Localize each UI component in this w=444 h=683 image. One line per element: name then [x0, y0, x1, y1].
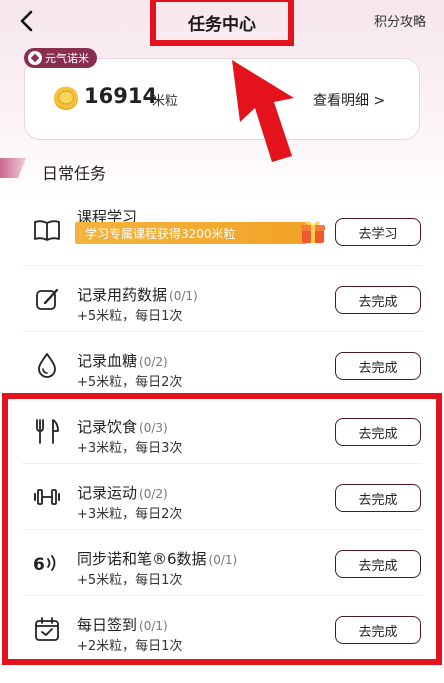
task-reward: +3米粒，每日2次 — [77, 507, 183, 522]
task-progress: (0/1) — [208, 553, 238, 567]
calendar-check-icon — [32, 614, 62, 644]
task-reward: +2米粒，每日1次 — [77, 639, 183, 654]
task-progress: (0/1) — [169, 289, 198, 303]
view-details-link[interactable]: 查看明细 > — [313, 90, 385, 110]
task-progress: (0/1) — [139, 619, 168, 633]
task-reward: +5米粒，每日1次 — [77, 309, 183, 324]
task-reward: +5米粒，每日1次 — [77, 573, 183, 588]
task-progress: (0/3) — [139, 421, 168, 435]
dumbbell-icon — [32, 482, 62, 512]
task-row-check-in: 每日签到 (0/1) +2米粒，每日1次 去完成 — [22, 596, 422, 662]
brand-badge: 元气诺米 — [24, 48, 97, 68]
task-row-sync-pen: 6 同步诺和笔®6数据 (0/1) +5米粒，每日1次 去完成 — [22, 530, 422, 596]
svg-text:6: 6 — [33, 555, 45, 575]
coin-icon — [52, 84, 80, 112]
task-action-button[interactable]: 去完成 — [335, 484, 421, 512]
task-reward: +5米粒，每日2次 — [77, 375, 183, 390]
top-bar: 任务中心 积分攻略 — [0, 0, 444, 44]
task-progress: (0/2) — [139, 487, 168, 501]
brand-name: 元气诺米 — [45, 52, 89, 65]
task-name: 记录饮食 (0/3) — [77, 418, 168, 436]
task-progress: (0/2) — [139, 355, 168, 369]
task-action-button[interactable]: 去完成 — [335, 418, 421, 446]
task-name: 记录用药数据 (0/1) — [77, 286, 198, 304]
points-value: 16914 — [84, 84, 158, 108]
task-name: 每日签到 (0/1) — [77, 616, 168, 634]
task-name: 记录血糖 (0/2) — [77, 352, 168, 370]
task-row-blood-sugar: 记录血糖 (0/2) +5米粒，每日2次 去完成 — [22, 332, 422, 398]
points-guide-link[interactable]: 积分攻略 — [374, 11, 426, 30]
task-action-button[interactable]: 去完成 — [335, 550, 421, 578]
section-title: 日常任务 — [42, 164, 107, 183]
sync-device-icon: 6 — [32, 548, 62, 578]
fork-knife-icon — [32, 416, 62, 446]
brand-logo-icon — [28, 51, 42, 65]
task-reward: +3米粒，每日3次 — [77, 441, 183, 456]
points-unit: 米粒 — [152, 94, 179, 109]
edit-icon — [32, 284, 62, 314]
task-action-button[interactable]: 去完成 — [335, 286, 421, 314]
drop-icon — [32, 350, 62, 380]
task-action-button[interactable]: 去完成 — [335, 616, 421, 644]
task-row-diet: 记录饮食 (0/3) +3米粒，每日3次 去完成 — [22, 398, 422, 464]
task-row-exercise: 记录运动 (0/2) +3米粒，每日2次 去完成 — [22, 464, 422, 530]
task-action-button[interactable]: 去学习 — [335, 218, 421, 246]
task-name: 同步诺和笔®6数据 (0/1) — [77, 550, 238, 568]
task-row-course: 课程学习 学习专属课程获得3200米粒 去学习 — [22, 198, 422, 266]
book-icon — [32, 215, 62, 245]
back-arrow-icon[interactable] — [14, 8, 40, 34]
page-title: 任务中心 — [188, 14, 256, 35]
course-promo-banner[interactable]: 学习专属课程获得3200米粒 — [75, 222, 315, 244]
annotation-arrow-icon — [232, 60, 294, 162]
task-action-button[interactable]: 去完成 — [335, 352, 421, 380]
gift-icon — [298, 216, 328, 246]
task-row-medication: 记录用药数据 (0/1) +5米粒，每日1次 去完成 — [22, 266, 422, 332]
task-name: 记录运动 (0/2) — [77, 484, 168, 502]
